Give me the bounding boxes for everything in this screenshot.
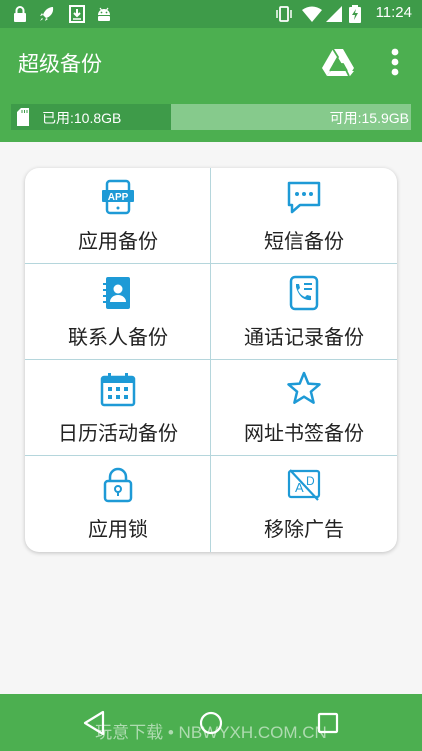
- storage-used-label: 已用:10.8GB: [42, 110, 122, 126]
- calendar-icon: [100, 373, 136, 407]
- grid-item-label: 应用锁: [88, 517, 148, 541]
- grid-item-label: 网址书签备份: [244, 421, 364, 445]
- android-icon: [98, 7, 110, 21]
- storage-bar: 已用:10.8GB 可用:15.9GB: [11, 104, 411, 130]
- lock-icon: [103, 467, 133, 503]
- grid-item-label: 通话记录备份: [244, 325, 364, 349]
- grid-item-app-lock[interactable]: 应用锁: [25, 456, 211, 552]
- lock-icon: [14, 6, 26, 22]
- app-title: 超级备份: [18, 52, 102, 76]
- sd-card-icon: [17, 108, 29, 126]
- navigation-bar: 玩意下载 • NBWYXH.COM.CN: [0, 694, 422, 751]
- grid-item-bookmark-backup[interactable]: 网址书签备份: [211, 360, 397, 456]
- remove-ads-icon: A D: [287, 469, 321, 501]
- grid-item-label: 移除广告: [264, 517, 344, 541]
- rocket-icon: [40, 7, 54, 21]
- grid-item-calendar-backup[interactable]: 日历活动备份: [25, 360, 211, 456]
- sms-icon: [287, 181, 321, 214]
- svg-text:APP: APP: [108, 192, 129, 203]
- status-time: 11:24: [375, 4, 412, 21]
- grid-item-sms-backup[interactable]: 短信备份: [211, 168, 397, 264]
- more-vert-icon[interactable]: [380, 44, 410, 80]
- grid-item-label: 日历活动备份: [58, 421, 178, 445]
- vibrate-icon: [276, 6, 292, 22]
- back-icon[interactable]: [80, 708, 110, 738]
- grid-item-call-log-backup[interactable]: 通话记录备份: [211, 264, 397, 360]
- app-icon: APP: [102, 179, 134, 215]
- backup-menu-grid: APP 应用备份 短信备份 联系人备份 通话记录备份 日历活动备份 网址书签备份…: [25, 168, 397, 552]
- grid-item-contacts-backup[interactable]: 联系人备份: [25, 264, 211, 360]
- storage-available-label: 可用:15.9GB: [329, 110, 409, 126]
- app-bar: 超级备份 已用:10.8GB 可用:15.9GB: [0, 28, 422, 142]
- grid-item-label: 短信备份: [264, 229, 344, 253]
- cellular-icon: [326, 6, 342, 22]
- grid-item-remove-ads[interactable]: A D 移除广告: [211, 456, 397, 552]
- battery-charging-icon: [349, 5, 361, 23]
- status-bar: 11:24: [0, 0, 422, 28]
- bookmark-star-icon: [287, 371, 321, 404]
- home-icon[interactable]: [196, 708, 226, 738]
- call-log-icon: [289, 275, 319, 311]
- download-icon: [69, 5, 85, 23]
- svg-text:D: D: [306, 474, 315, 488]
- grid-item-label: 应用备份: [78, 229, 158, 253]
- recents-icon[interactable]: [313, 708, 343, 738]
- grid-item-label: 联系人备份: [68, 325, 168, 349]
- wifi-icon: [302, 6, 322, 22]
- google-drive-icon[interactable]: [320, 44, 356, 80]
- grid-item-app-backup[interactable]: APP 应用备份: [25, 168, 211, 264]
- contacts-icon: [103, 277, 130, 309]
